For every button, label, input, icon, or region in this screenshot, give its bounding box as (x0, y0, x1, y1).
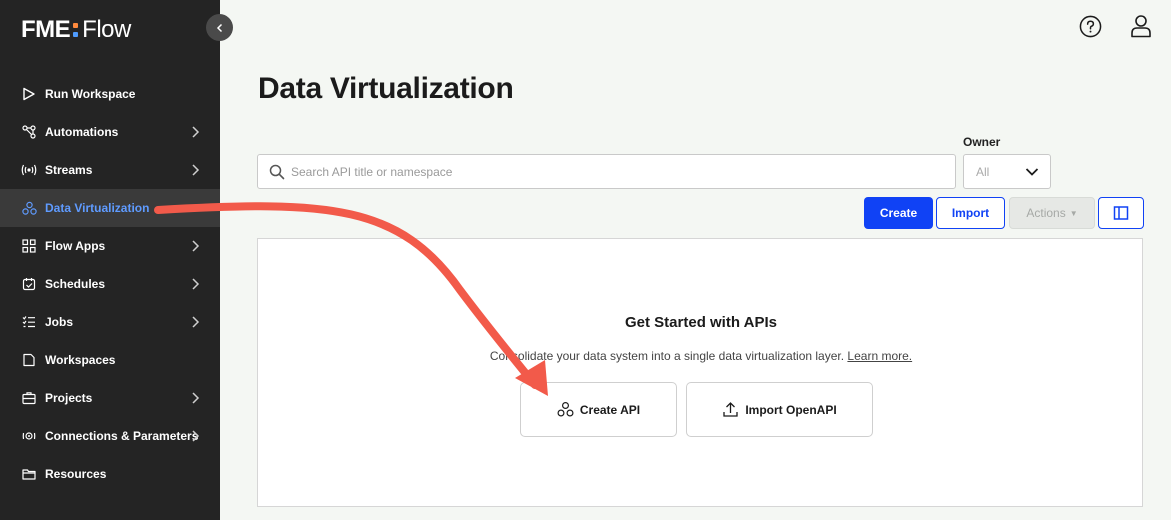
logo-text-flow: Flow (82, 16, 131, 43)
owner-label: Owner (963, 135, 1001, 149)
sidebar-item-projects[interactable]: Projects (0, 379, 220, 417)
owner-selected-value: All (976, 164, 990, 179)
sidebar-item-connections-parameters[interactable]: Connections & Parameters (0, 417, 220, 455)
help-icon[interactable] (1079, 15, 1102, 38)
sidebar-item-label: Schedules (45, 277, 106, 291)
sidebar-item-workspaces[interactable]: Workspaces (0, 341, 220, 379)
sidebar-nav: Run Workspace Automations Streams Data V… (0, 75, 220, 493)
logo-text-fme: FME (21, 16, 71, 43)
actions-label: Actions (1026, 206, 1066, 220)
caret-down-icon: ▼ (1069, 208, 1078, 218)
streams-icon (21, 162, 37, 178)
search-icon (269, 164, 285, 179)
owner-select[interactable]: All (963, 154, 1051, 189)
learn-more-link[interactable]: Learn more. (847, 349, 912, 363)
chevron-right-icon (192, 392, 200, 404)
data-virtualization-icon (21, 200, 37, 216)
chevron-right-icon (192, 126, 200, 138)
chevron-right-icon (192, 316, 200, 328)
sidebar: FME Flow Run Workspace Automations Strea… (0, 0, 233, 520)
jobs-list-icon (21, 314, 37, 330)
play-icon (21, 86, 37, 102)
chevron-down-icon (1025, 167, 1039, 176)
actions-button[interactable]: Actions ▼ (1009, 197, 1095, 229)
sidebar-item-label: Projects (45, 391, 93, 405)
sidebar-item-schedules[interactable]: Schedules (0, 265, 220, 303)
calendar-icon (21, 276, 37, 292)
import-openapi-button[interactable]: Import OpenAPI (686, 382, 873, 437)
sidebar-item-data-virtualization[interactable]: Data Virtualization (0, 189, 220, 227)
fme-flow-logo[interactable]: FME Flow (21, 16, 131, 44)
connections-icon (21, 428, 37, 444)
empty-state-text: Consolidate your data system into a sing… (489, 349, 845, 363)
user-icon[interactable] (1130, 14, 1152, 38)
import-openapi-label: Import OpenAPI (745, 402, 837, 417)
sidebar-item-resources[interactable]: Resources (0, 455, 220, 493)
folder-icon (21, 466, 37, 482)
sidebar-item-label: Data Virtualization (45, 201, 150, 215)
empty-state-description: Consolidate your data system into a sing… (258, 349, 1144, 363)
sidebar-item-flow-apps[interactable]: Flow Apps (0, 227, 220, 265)
create-api-label: Create API (579, 402, 641, 417)
collapse-sidebar-button[interactable] (206, 14, 233, 41)
chevron-right-icon (192, 240, 200, 252)
import-button[interactable]: Import (936, 197, 1005, 229)
sidebar-item-automations[interactable]: Automations (0, 113, 220, 151)
chevron-right-icon (192, 278, 200, 290)
apps-grid-icon (21, 238, 37, 254)
chevron-right-icon (192, 430, 200, 442)
toggle-panel-button[interactable] (1098, 197, 1144, 229)
sidebar-item-label: Jobs (45, 315, 74, 329)
document-icon (21, 352, 37, 368)
sidebar-item-label: Workspaces (45, 353, 116, 367)
sidebar-item-label: Streams (45, 163, 93, 177)
sidebar-item-label: Automations (45, 125, 119, 139)
empty-state-title: Get Started with APIs (625, 314, 777, 331)
sidebar-item-label: Run Workspace (45, 87, 136, 101)
logo-colon-icon (73, 23, 79, 37)
upload-icon (723, 402, 738, 417)
data-virtualization-icon (557, 401, 574, 417)
sidebar-item-streams[interactable]: Streams (0, 151, 220, 189)
search-input[interactable] (291, 164, 955, 179)
empty-state-card: Get Started with APIs Consolidate your d… (257, 238, 1143, 507)
chevron-right-icon (192, 164, 200, 176)
create-api-button[interactable]: Create API (520, 382, 677, 437)
sidebar-item-run-workspace[interactable]: Run Workspace (0, 75, 220, 113)
briefcase-icon (21, 390, 37, 406)
side-panel-icon (1113, 206, 1129, 220)
sidebar-item-label: Flow Apps (45, 239, 106, 253)
sidebar-item-label: Connections & Parameters (45, 429, 199, 443)
automations-icon (21, 124, 37, 140)
sidebar-item-jobs[interactable]: Jobs (0, 303, 220, 341)
page-title: Data Virtualization (258, 72, 514, 105)
search-box[interactable] (257, 154, 956, 189)
chevron-left-icon (216, 23, 222, 32)
create-button[interactable]: Create (864, 197, 933, 229)
sidebar-item-label: Resources (45, 467, 107, 481)
